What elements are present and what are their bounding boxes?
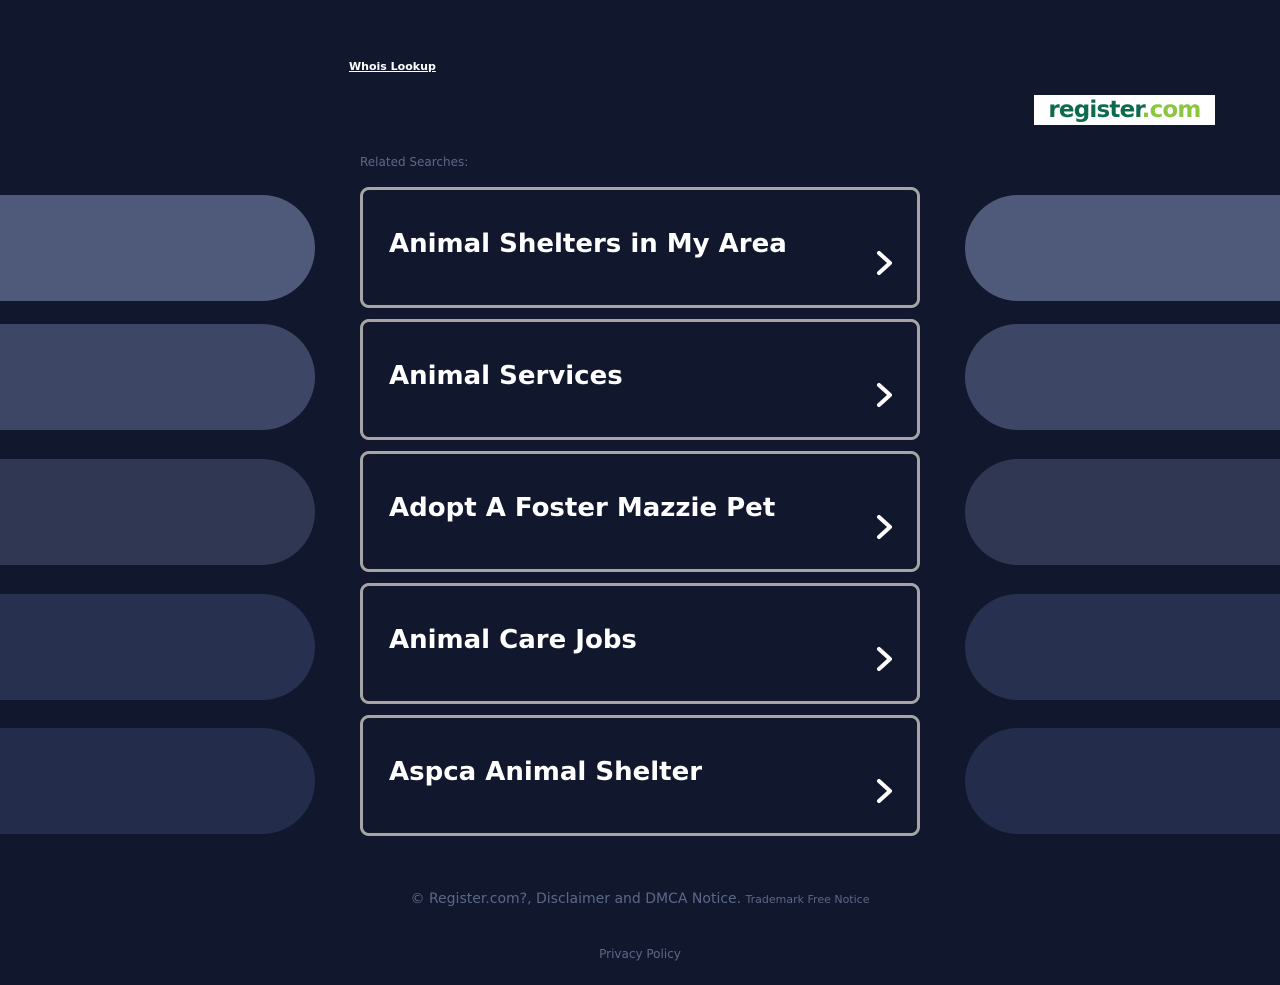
related-search-link[interactable]: Animal Shelters in My Area bbox=[360, 187, 920, 308]
chevron-right-icon bbox=[877, 251, 892, 275]
related-search-label: Adopt A Foster Mazzie Pet bbox=[389, 493, 776, 523]
related-search-link[interactable]: Animal Care Jobs bbox=[360, 583, 920, 704]
decorative-pill-right-4 bbox=[965, 594, 1280, 700]
register-logo[interactable]: register.com bbox=[1034, 95, 1215, 125]
related-search-label: Aspca Animal Shelter bbox=[389, 757, 703, 787]
related-search-link[interactable]: Aspca Animal Shelter bbox=[360, 715, 920, 836]
trademark-notice-link[interactable]: Trademark Free Notice bbox=[746, 893, 870, 906]
chevron-right-icon bbox=[877, 779, 892, 803]
related-search-link[interactable]: Adopt A Foster Mazzie Pet bbox=[360, 451, 920, 572]
footer-copyright-text[interactable]: © Register.com?, Disclaimer and DMCA Not… bbox=[411, 891, 742, 907]
decorative-pill-right-1 bbox=[965, 195, 1280, 301]
decorative-pill-right-2 bbox=[965, 324, 1280, 430]
footer-copyright: © Register.com?, Disclaimer and DMCA Not… bbox=[0, 891, 1280, 907]
decorative-pill-right-5 bbox=[965, 728, 1280, 834]
related-search-label: Animal Services bbox=[389, 361, 623, 391]
related-search-label: Animal Shelters in My Area bbox=[389, 229, 787, 259]
chevron-right-icon bbox=[877, 515, 892, 539]
chevron-right-icon bbox=[877, 383, 892, 407]
privacy-policy-link[interactable]: Privacy Policy bbox=[0, 947, 1280, 961]
related-searches-label: Related Searches: bbox=[360, 155, 469, 169]
whois-lookup-link[interactable]: Whois Lookup bbox=[349, 60, 436, 73]
decorative-pill-left-1 bbox=[0, 195, 315, 301]
chevron-right-icon bbox=[877, 647, 892, 671]
decorative-pill-left-3 bbox=[0, 459, 315, 565]
logo-wordmark: register.com bbox=[1048, 96, 1201, 123]
decorative-pill-left-4 bbox=[0, 594, 315, 700]
decorative-pill-left-2 bbox=[0, 324, 315, 430]
related-search-link[interactable]: Animal Services bbox=[360, 319, 920, 440]
related-search-label: Animal Care Jobs bbox=[389, 625, 637, 655]
decorative-pill-left-5 bbox=[0, 728, 315, 834]
decorative-pill-right-3 bbox=[965, 459, 1280, 565]
